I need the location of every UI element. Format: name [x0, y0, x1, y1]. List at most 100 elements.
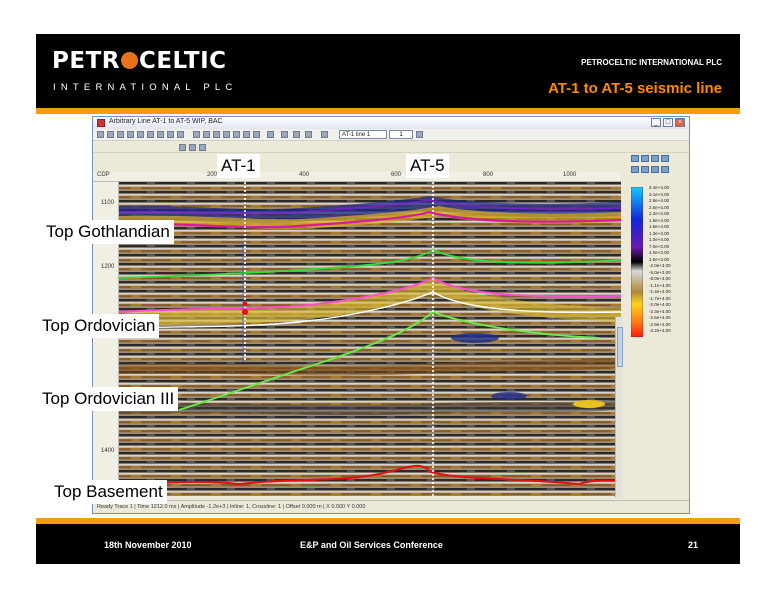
vertical-scrollbar[interactable]	[615, 317, 623, 497]
arrow-left-icon[interactable]	[631, 166, 639, 173]
colorbar-label: 1.0e+3.00	[649, 256, 670, 262]
well-label-at5: AT-5	[406, 154, 449, 178]
colorbar-label: 1.3e+4.00	[649, 230, 670, 236]
colorbar-label: -3.2e+4.00	[649, 328, 671, 334]
first-trace-icon[interactable]	[193, 131, 200, 138]
horizon-label-top-ordovician: Top Ordovician	[38, 314, 160, 338]
arrow-down-icon[interactable]	[661, 166, 669, 173]
seismic-viewer-window[interactable]: Arbitrary Line AT-1 to AT-5 WIP, BAC _ □…	[92, 116, 690, 514]
footer-date: 18th November 2010	[104, 540, 192, 550]
copy-icon[interactable]	[305, 131, 312, 138]
pan-tool-icon[interactable]	[127, 131, 134, 138]
colorbar-label: 3.1e+4.00	[649, 191, 670, 197]
header-accent-bar	[36, 108, 740, 114]
slide: PETR CELTIC INTERNATIONAL PLC PETROCELTIC…	[0, 0, 776, 600]
colorbar-label: -2.3e+4.00	[649, 308, 671, 314]
colorbar-label: -2.9e+4.00	[649, 321, 671, 327]
pointer-tool-icon[interactable]	[97, 131, 104, 138]
swap-icon[interactable]	[243, 131, 250, 138]
zoom-out-icon[interactable]	[117, 131, 124, 138]
axis-corner-label: CDP	[97, 172, 110, 178]
colorbar-label: 2.8e+4.00	[649, 198, 670, 204]
next-page-icon[interactable]	[416, 131, 423, 138]
page-number: 21	[687, 540, 698, 550]
close-button[interactable]: ×	[675, 118, 685, 127]
colorbar-label: -2.6e+4.00	[649, 315, 671, 321]
colorbar-label: -1.4e+4.00	[649, 289, 671, 295]
colorbar-label: 2.2e+4.00	[649, 211, 670, 217]
colorbar-label: -8.0e+3.00	[649, 276, 671, 282]
prev-trace-icon[interactable]	[203, 131, 210, 138]
arrow-right-icon[interactable]	[641, 166, 649, 173]
seismic-section[interactable]	[119, 182, 621, 496]
horizon-pick-icon[interactable]	[147, 131, 154, 138]
redo-icon[interactable]	[661, 155, 669, 162]
colorbar-labels: 3.4e+4.00 3.1e+4.00 2.8e+4.00 2.5e+4.00 2.2e…	[649, 185, 689, 345]
window-titlebar[interactable]: Arbitrary Line AT-1 to AT-5 WIP, BAC _ □…	[93, 117, 689, 129]
dropdown-arrow-icon[interactable]	[179, 144, 186, 151]
display-settings-icon[interactable]	[267, 131, 274, 138]
edit-icon[interactable]	[641, 155, 649, 162]
slide-header: PETR CELTIC INTERNATIONAL PLC PETROCELTIC…	[36, 34, 740, 108]
measure-icon[interactable]	[167, 131, 174, 138]
zoom-in-icon[interactable]	[107, 131, 114, 138]
last-trace-icon[interactable]	[223, 131, 230, 138]
slide-footer: 18th November 2010 E&P and Oil Services …	[36, 524, 740, 564]
colorbar-label: 3.4e+4.00	[649, 185, 670, 190]
flip-icon[interactable]	[233, 131, 240, 138]
undo-icon[interactable]	[651, 155, 659, 162]
tick-label: 800	[483, 172, 494, 178]
colormap-icon[interactable]	[631, 155, 639, 162]
horizon-label-top-basement: Top Basement	[50, 480, 167, 504]
overlay-icon[interactable]	[253, 131, 260, 138]
colorbar-label: 2.5e+4.00	[649, 204, 670, 210]
colorbar-label: 1.9e+4.00	[649, 217, 670, 223]
page-field[interactable]: 1	[389, 130, 413, 139]
select-icon[interactable]	[177, 131, 184, 138]
tick-label: 1000	[563, 172, 577, 178]
window-title: Arbitrary Line AT-1 to AT-5 WIP, BAC	[109, 118, 223, 125]
horizon-label-top-gothlandian: Top Gothlandian	[42, 220, 174, 244]
colormap-icon[interactable]	[321, 131, 328, 138]
open-icon[interactable]	[189, 144, 196, 151]
logo-subtitle: INTERNATIONAL PLC	[53, 82, 238, 93]
colorbar-label: -1.1e+4.00	[649, 282, 671, 288]
line-select[interactable]: AT-1 line 1	[339, 130, 387, 139]
company-logo: PETR CELTIC	[52, 48, 227, 74]
toolbar-secondary	[93, 142, 689, 153]
minimize-button[interactable]: _	[651, 118, 661, 127]
maximize-button[interactable]: □	[663, 118, 673, 127]
export-icon[interactable]	[293, 131, 300, 138]
tick-label: 400	[299, 172, 310, 178]
fault-pick-icon[interactable]	[157, 131, 164, 138]
tick-label: 600	[391, 172, 402, 178]
grid-tool-icon[interactable]	[137, 131, 144, 138]
colorbar-label: 1.6e+4.00	[649, 224, 670, 230]
company-name: PETROCELTIC INTERNATIONAL PLC	[581, 58, 722, 67]
colorbar-label: 7.0e+3.00	[649, 243, 670, 249]
amplitude-colorbar	[631, 187, 643, 337]
colorbar-label: -1.7e+4.00	[649, 295, 671, 301]
trace-axis: CDP 200 400 600 800 1000	[93, 172, 621, 182]
tick-label: 200	[207, 172, 218, 178]
scrollbar-thumb[interactable]	[617, 327, 623, 367]
logo-o-icon	[120, 52, 138, 69]
status-bar: Ready Trace 1 | Time 1212.0 ms | Amplitu…	[93, 500, 689, 513]
tick-label: 1100	[101, 200, 114, 206]
horizon-label-top-ordovician-iii: Top Ordovician III	[38, 387, 179, 411]
top-ruler	[93, 154, 689, 172]
next-trace-icon[interactable]	[213, 131, 220, 138]
arrow-up-icon[interactable]	[651, 166, 659, 173]
colorbar-label: 1.0e+4.00	[649, 237, 670, 243]
print-icon[interactable]	[281, 131, 288, 138]
slide-title: AT-1 to AT-5 seismic line	[548, 80, 722, 97]
colorbar-label: 4.0e+3.00	[649, 250, 670, 256]
well-label-at1: AT-1	[217, 154, 260, 178]
colorbar-label: -2.0e+3.00	[649, 263, 671, 269]
save-icon[interactable]	[199, 144, 206, 151]
tick-label: 1200	[101, 264, 115, 270]
colorbar-label: -2.0e+4.00	[649, 302, 671, 308]
app-icon	[97, 119, 105, 127]
footer-conference: E&P and Oil Services Conference	[300, 540, 443, 550]
panel-toolbar	[631, 155, 681, 177]
